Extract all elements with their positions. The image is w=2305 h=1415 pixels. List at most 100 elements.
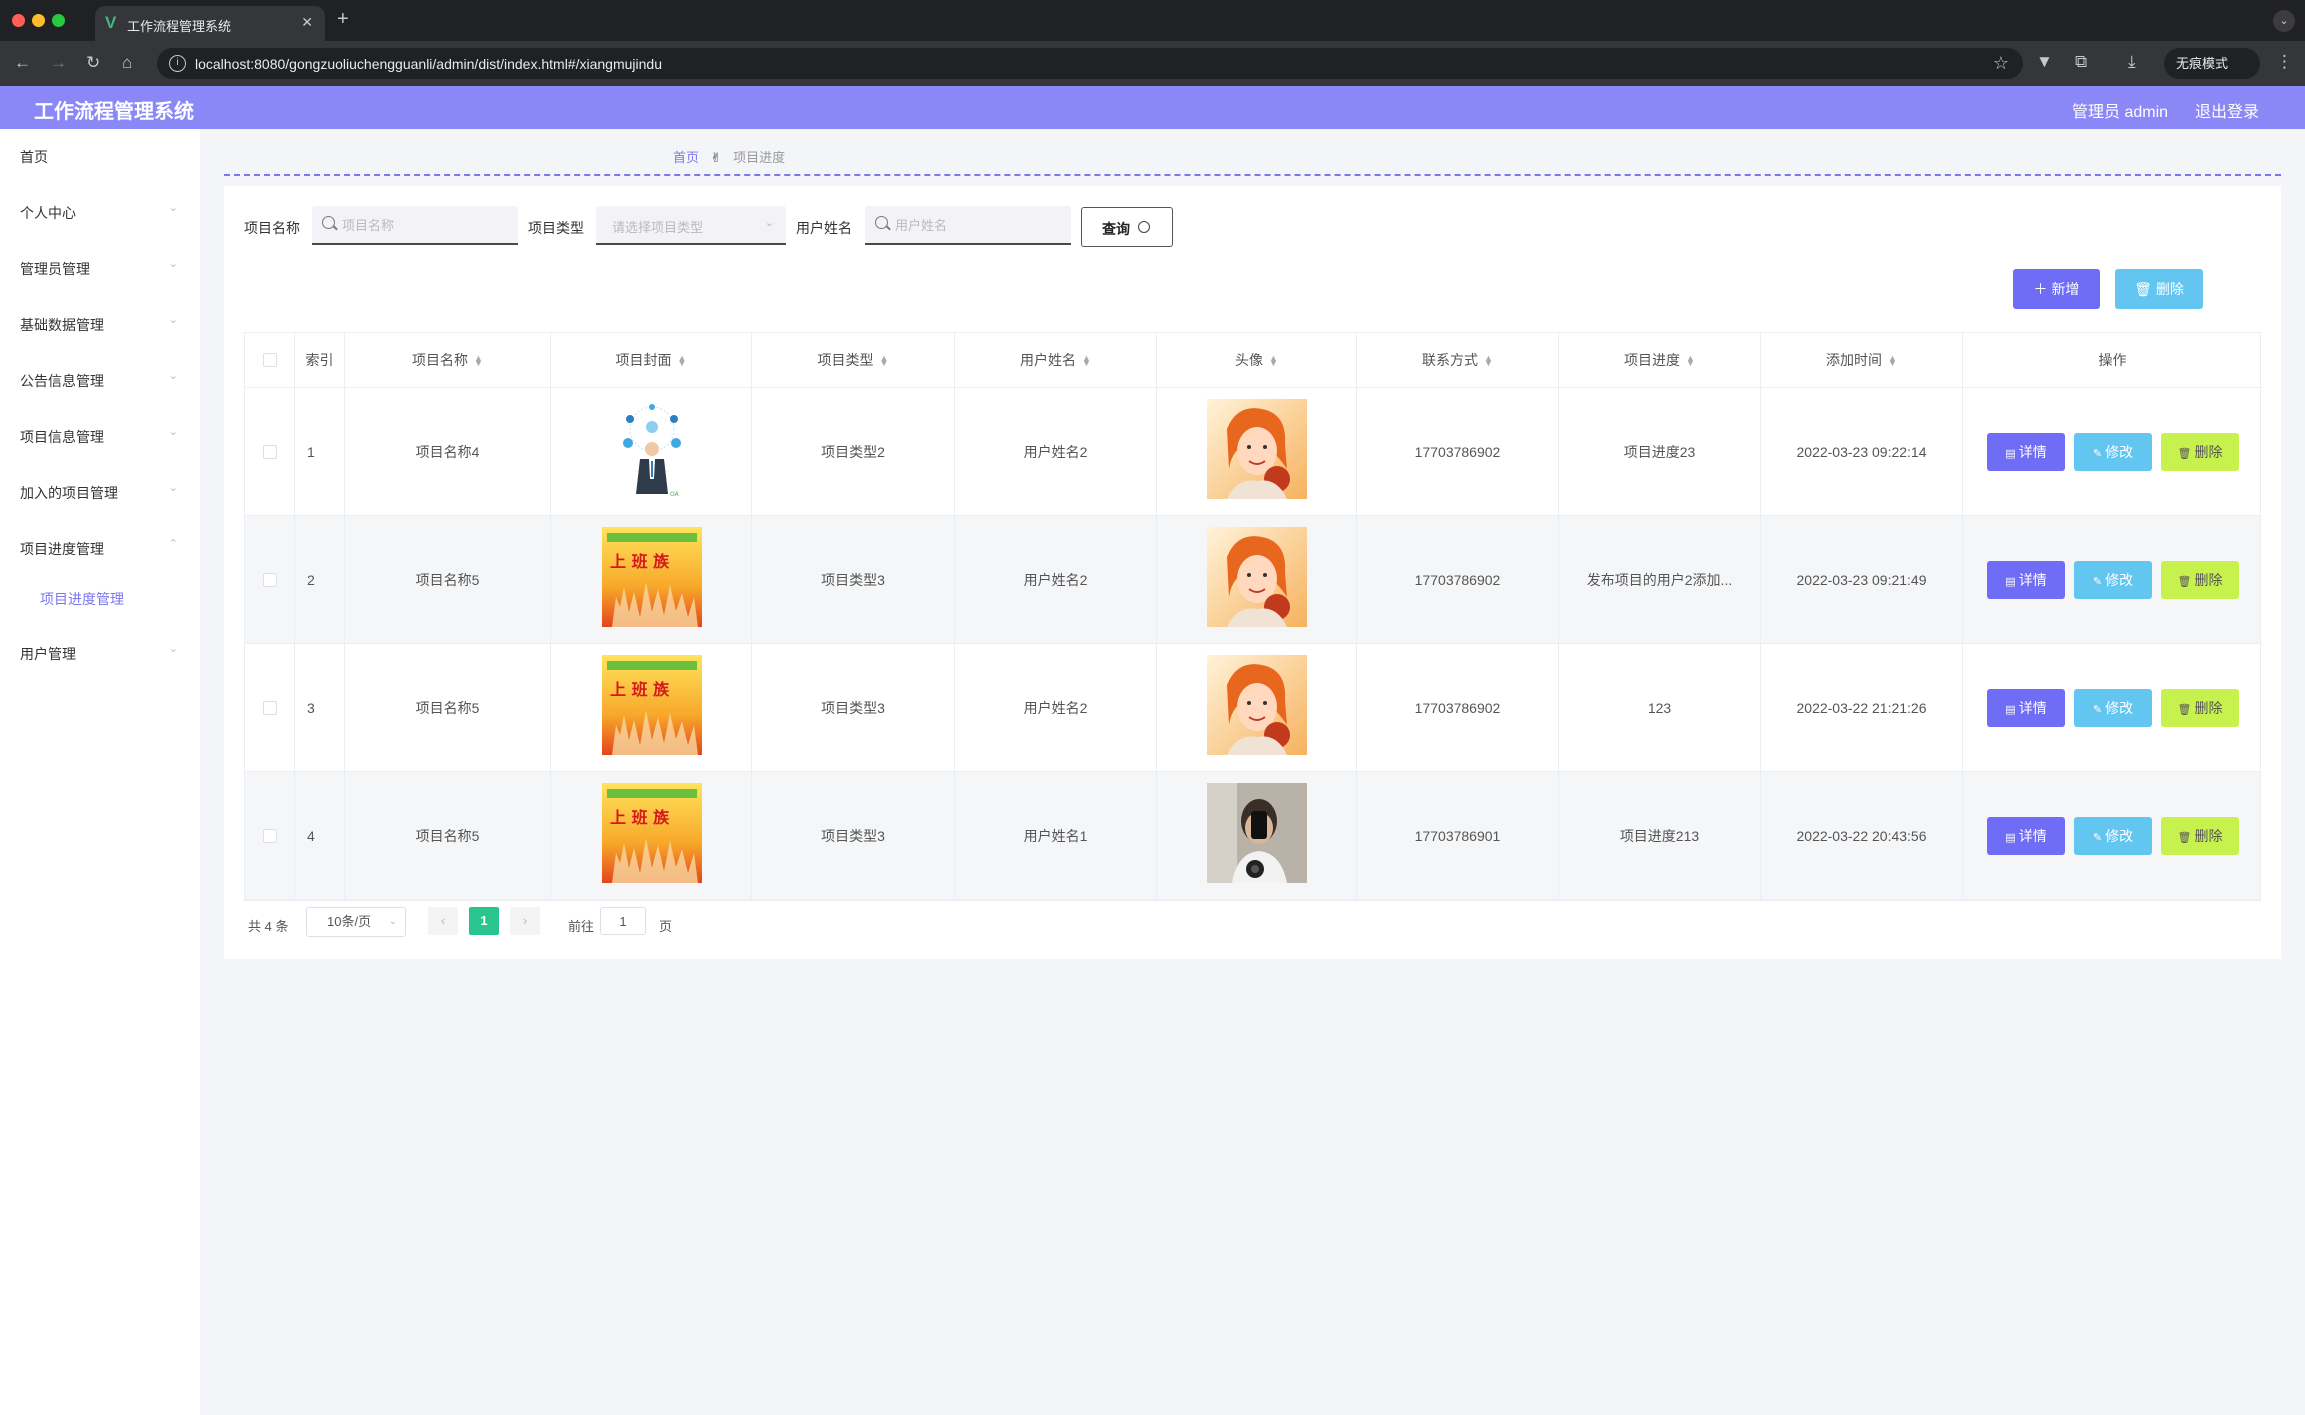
col-user-name[interactable]: 用户姓名 ▲ ▼ [955, 333, 1157, 388]
delete-button[interactable]: 🗑 删除 [2161, 817, 2239, 855]
add-button[interactable]: ＋ 新增 [2013, 269, 2100, 309]
sidebar-item-basic-data[interactable]: 基础数据管理 ⌄ [0, 297, 200, 353]
address-bar[interactable]: i localhost:8080/gongzuoliuchengguanli/a… [157, 48, 2023, 79]
page-size-select[interactable]: 10条/页 ⌄ [306, 907, 406, 937]
sort-icon[interactable]: ▲ ▼ [1888, 354, 1897, 368]
project-cover-image[interactable]: 上 班 族 [601, 783, 702, 883]
detail-button[interactable]: ▤ 详情 [1987, 689, 2065, 727]
project-type-select[interactable]: 请选择项目类型 ⌄ [596, 206, 786, 245]
avatar[interactable] [1207, 527, 1307, 627]
prev-page-button[interactable]: ‹ [428, 907, 458, 935]
table-header: 索引 项目名称 ▲ ▼ 项目封面 ▲ ▼ 项目类型 ▲ ▼ 用户姓名 ▲ ▼ 头像 ▲ ▼ 联系方式… [245, 333, 2260, 388]
bookmark-star-icon[interactable]: ☆ [1993, 53, 2009, 74]
delete-button[interactable]: 🗑 删除 [2161, 561, 2239, 599]
next-page-button[interactable]: › [510, 907, 540, 935]
sort-icon[interactable]: ▲ ▼ [678, 354, 687, 368]
project-cover-image[interactable]: 上 班 族 [601, 527, 702, 627]
cell-type-text: 项目类型3 [821, 572, 885, 588]
col-index-label: 索引 [305, 352, 334, 368]
new-tab-icon[interactable]: + [337, 8, 349, 31]
site-info-icon[interactable]: i [169, 55, 186, 72]
extensions-puzzle-icon[interactable]: ⧉ [2075, 52, 2087, 72]
project-name-search-input[interactable] [312, 206, 518, 245]
col-index: 索引 [295, 333, 345, 388]
col-actions-label: 操作 [2098, 352, 2127, 368]
tab-search-icon[interactable]: ⌄ [2273, 10, 2295, 32]
extension-v-icon[interactable]: ▼ [2036, 52, 2053, 72]
detail-button[interactable]: ▤ 详情 [1987, 561, 2065, 599]
row-checkbox[interactable] [263, 573, 277, 587]
avatar[interactable] [1207, 783, 1307, 883]
row-checkbox[interactable] [263, 829, 277, 843]
query-button[interactable]: 查询 [1081, 207, 1173, 247]
col-project-name[interactable]: 项目名称 ▲ ▼ [345, 333, 551, 388]
browser-toolbar: ← → ↻ ⌂ i localhost:8080/gongzuoliucheng… [0, 41, 2305, 86]
close-tab-icon[interactable]: ✕ [301, 14, 313, 31]
reload-icon[interactable]: ↻ [86, 53, 100, 73]
select-all-checkbox[interactable] [263, 353, 277, 367]
sort-icon[interactable]: ▲ ▼ [474, 354, 483, 368]
sidebar-item-personal-center[interactable]: 个人中心 ⌄ [0, 185, 200, 241]
detail-button[interactable]: ▤ 详情 [1987, 817, 2065, 855]
cell-cb [245, 516, 295, 644]
avatar[interactable] [1207, 399, 1307, 499]
detail-button-label: 详情 [2018, 828, 2047, 844]
logout-link[interactable]: 退出登录 [2195, 98, 2259, 122]
cell-ops: ▤ 详情 ✎ 修改 🗑 删除 [1963, 516, 2262, 644]
sidebar-item-admin-management[interactable]: 管理员管理 ⌄ [0, 241, 200, 297]
page-number-current[interactable]: 1 [469, 907, 499, 935]
delete-button[interactable]: 🗑 删除 [2161, 689, 2239, 727]
vue-icon: V [105, 13, 117, 32]
col-avatar[interactable]: 头像 ▲ ▼ [1157, 333, 1357, 388]
edit-button[interactable]: ✎ 修改 [2074, 561, 2152, 599]
browser-menu-icon[interactable]: ⋮ [2276, 52, 2293, 72]
detail-button[interactable]: ▤ 详情 [1987, 433, 2065, 471]
col-progress[interactable]: 项目进度 ▲ ▼ [1559, 333, 1761, 388]
cell-cover: 上 班 族 [551, 516, 752, 644]
sidebar-subitem-project-progress[interactable]: 项目进度管理 [0, 573, 200, 623]
sidebar-item-joined-projects[interactable]: 加入的项目管理 ⌄ [0, 465, 200, 521]
user-name-input-field[interactable] [895, 214, 1060, 236]
browser-tab[interactable]: V 工作流程管理系统 ✕ [95, 6, 325, 41]
filter-user-label: 用户姓名 [796, 220, 852, 236]
forward-icon[interactable]: → [50, 53, 67, 73]
sidebar-item-project-progress[interactable]: 项目进度管理 ⌃ [0, 521, 200, 577]
sort-icon[interactable]: ▲ ▼ [1269, 354, 1278, 368]
sidebar-item-announcements[interactable]: 公告信息管理 ⌄ [0, 353, 200, 409]
col-add-time[interactable]: 添加时间 ▲ ▼ [1761, 333, 1963, 388]
edit-button[interactable]: ✎ 修改 [2074, 689, 2152, 727]
close-window-button[interactable] [12, 14, 25, 27]
sidebar-item-home[interactable]: 首页 [0, 129, 200, 185]
project-cover-image[interactable]: 上 班 族 [601, 655, 702, 755]
col-contact[interactable]: 联系方式 ▲ ▼ [1357, 333, 1559, 388]
sort-icon[interactable]: ▲ ▼ [1082, 354, 1091, 368]
delete-button[interactable]: 🗑 删除 [2161, 433, 2239, 471]
sidebar-item-user-management[interactable]: 用户管理 ⌄ [0, 626, 200, 682]
goto-page-input[interactable]: 1 [600, 907, 646, 935]
maximize-window-button[interactable] [52, 14, 65, 27]
project-name-input-field[interactable] [342, 214, 507, 236]
edit-button[interactable]: ✎ 修改 [2074, 433, 2152, 471]
edit-button[interactable]: ✎ 修改 [2074, 817, 2152, 855]
home-icon[interactable]: ⌂ [122, 53, 132, 73]
sort-icon[interactable]: ▲ ▼ [880, 354, 889, 368]
sort-icon[interactable]: ▲ ▼ [1686, 354, 1695, 368]
row-checkbox[interactable] [263, 445, 277, 459]
col-project-cover[interactable]: 项目封面 ▲ ▼ [551, 333, 752, 388]
sidebar-item-label: 基础数据管理 [20, 317, 104, 333]
row-checkbox[interactable] [263, 701, 277, 715]
incognito-badge[interactable]: 无痕模式 [2164, 48, 2260, 79]
user-name-search-input[interactable] [865, 206, 1071, 245]
project-cover-image[interactable]: OA [601, 399, 702, 499]
cell-time: 2022-03-22 21:21:26 [1761, 644, 1963, 772]
breadcrumb-home[interactable]: 首页 [673, 150, 699, 165]
minimize-window-button[interactable] [32, 14, 45, 27]
col-project-type[interactable]: 项目类型 ▲ ▼ [752, 333, 955, 388]
sort-icon[interactable]: ▲ ▼ [1484, 354, 1493, 368]
sidebar-item-project-info[interactable]: 项目信息管理 ⌄ [0, 409, 200, 465]
filter-name-label: 项目名称 [244, 220, 300, 236]
batch-delete-button[interactable]: 🗑 删除 [2115, 269, 2203, 309]
back-icon[interactable]: ← [14, 53, 31, 73]
download-icon[interactable]: ⤓ [2128, 52, 2136, 72]
avatar[interactable] [1207, 655, 1307, 755]
